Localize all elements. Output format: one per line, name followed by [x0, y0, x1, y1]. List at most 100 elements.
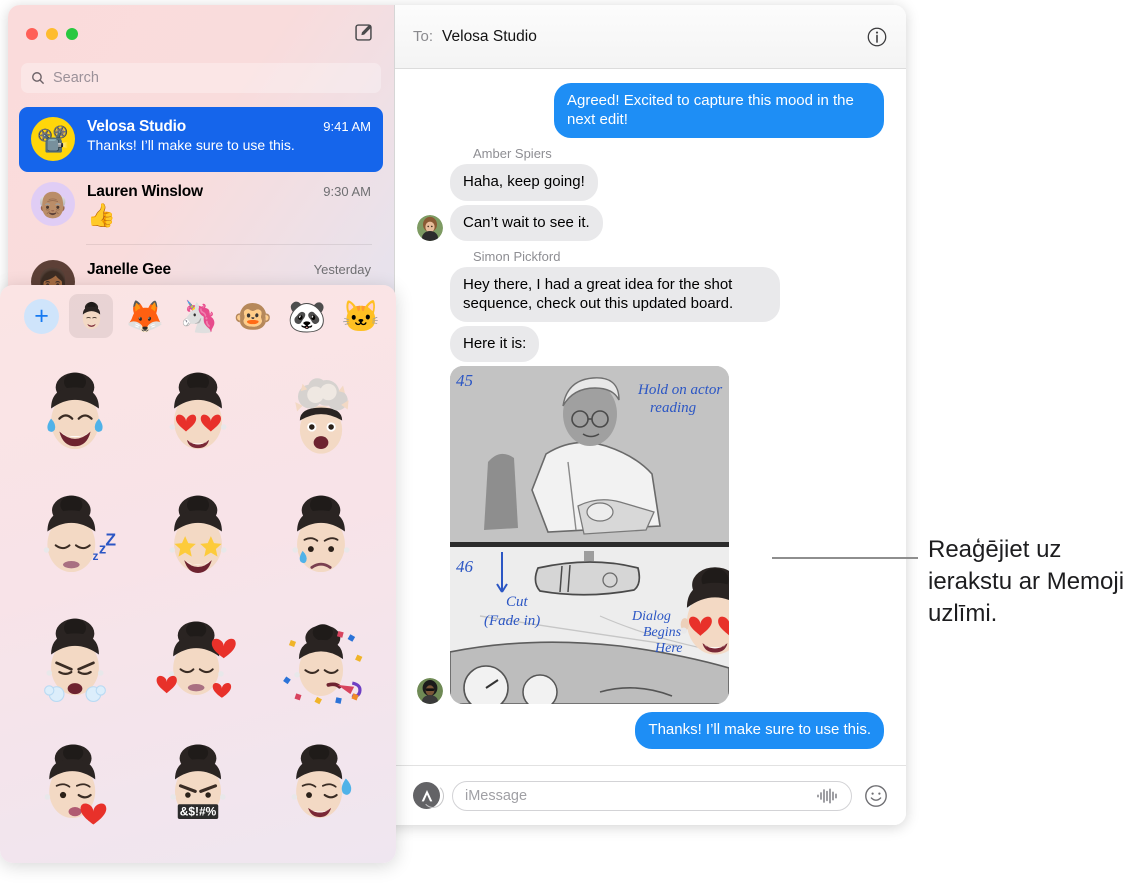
audio-waveform-icon[interactable]: [815, 787, 839, 805]
character-tab-panda[interactable]: 🐼: [285, 294, 329, 338]
monkey-icon: 🐵: [233, 298, 273, 334]
sender-name: Simon Pickford: [473, 248, 561, 264]
conversation-timestamp: 9:30 AM: [323, 184, 371, 199]
character-tab-fox[interactable]: 🦊: [123, 294, 167, 338]
conversation-row-lauren-winslow[interactable]: 👴🏽 Lauren Winslow 👍 9:30 AM: [19, 172, 383, 239]
memoji-sticker-picker[interactable]: + 🦊 🦄 🐵 🐼 🐱 z z Z &$!#%: [0, 285, 396, 863]
svg-text:46: 46: [456, 557, 474, 576]
svg-text:Hold on actor: Hold on actor: [637, 382, 722, 398]
search-icon: [32, 72, 45, 85]
conversation-timestamp: Yesterday: [313, 262, 371, 278]
character-tab-cat[interactable]: 🐱: [339, 294, 383, 338]
conversation-text: Lauren Winslow 👍: [87, 182, 311, 228]
storyboard-attachment[interactable]: 45 46 Hold on actor reading Cut (Fade in…: [450, 366, 729, 705]
conversation-name: Janelle Gee: [87, 261, 171, 279]
svg-text:z: z: [93, 549, 99, 563]
memoji-partial-row-c[interactable]: [259, 845, 382, 863]
avatar-emoji: 👴🏽: [36, 188, 70, 219]
sidebar-titlebar: [8, 5, 394, 63]
memoji-cursing-sticker[interactable]: &$!#%: [137, 722, 260, 845]
memoji-mind-blown-sticker[interactable]: [259, 353, 382, 476]
memoji-laughing-tears-sticker[interactable]: [14, 353, 137, 476]
memoji-heart-eyes-sticker[interactable]: [663, 562, 729, 666]
message-composer: iMessage: [395, 765, 906, 825]
memoji-star-struck-sticker[interactable]: [137, 476, 260, 599]
imessage-placeholder: iMessage: [465, 787, 528, 804]
conversation-preview: Thanks! I’ll make sure to use this.: [87, 137, 295, 153]
conversation-row-velosa-studio[interactable]: 📽️ Velosa Studio Thanks! I’ll make sure …: [19, 107, 383, 172]
search-placeholder: Search: [53, 70, 99, 86]
memoji-sleeping-sticker[interactable]: z z Z: [14, 476, 137, 599]
screenshot-root: Search 📽️ Velosa Studio Thanks! I’ll mak…: [0, 0, 1144, 883]
character-tab-monkey[interactable]: 🐵: [231, 294, 275, 338]
svg-text:Z: Z: [106, 529, 117, 549]
character-tab-memoji-bun-woman[interactable]: [69, 294, 113, 338]
conversation-text: Velosa Studio Thanks! I’ll make sure to …: [87, 117, 311, 155]
cursing-label: &$!#%: [180, 804, 217, 818]
message-row-incoming: Hey there, I had a great idea for the sh…: [417, 266, 884, 323]
conversation-timestamp: 9:41 AM: [323, 119, 371, 134]
info-icon[interactable]: [866, 26, 888, 48]
svg-text:(Fade in): (Fade in): [484, 613, 540, 629]
conversation-pane: To: Velosa Studio Agreed! Excited to cap…: [394, 5, 906, 825]
sender-name: Amber Spiers: [473, 146, 552, 162]
character-tab-unicorn[interactable]: 🦄: [177, 294, 221, 338]
svg-text:45: 45: [456, 371, 473, 390]
message-bubble[interactable]: Here it is:: [450, 326, 540, 363]
callout-leader-line: [772, 557, 918, 559]
conversation-preview: 👍: [87, 202, 116, 228]
imessage-input[interactable]: iMessage: [452, 780, 852, 811]
close-window-button[interactable]: [26, 28, 38, 40]
avatar[interactable]: [417, 678, 443, 705]
app-store-icon[interactable]: [413, 782, 444, 809]
emoji-smiley-icon[interactable]: [864, 784, 888, 808]
unicorn-icon: 🦄: [179, 298, 219, 334]
sticker-grid: z z Z &$!#%: [0, 347, 396, 863]
avatar-emoji: 📽️: [36, 123, 70, 154]
memoji-blowing-kiss-sticker[interactable]: [14, 722, 137, 845]
add-memoji-button[interactable]: +: [24, 298, 59, 334]
memoji-steaming-angry-sticker[interactable]: [14, 599, 137, 722]
fox-icon: 🦊: [125, 298, 165, 334]
message-group-simon-pickford: Simon Pickford Hey there, I had a great …: [417, 249, 884, 705]
compose-icon[interactable]: [350, 19, 376, 45]
memoji-hearts-around-sticker[interactable]: [137, 599, 260, 722]
recipient-name[interactable]: Velosa Studio: [442, 28, 537, 46]
search-input[interactable]: Search: [21, 63, 381, 93]
zoom-window-button[interactable]: [66, 28, 78, 40]
message-bubble[interactable]: Thanks! I’ll make sure to use this.: [635, 712, 884, 749]
svg-text:Cut: Cut: [506, 594, 529, 610]
avatar: 📽️: [31, 117, 75, 161]
panda-icon: 🐼: [287, 298, 327, 334]
avatar: 👴🏽: [31, 182, 75, 226]
plus-icon: +: [34, 301, 49, 330]
message-row-incoming: Here it is:: [417, 326, 884, 363]
memoji-partial-row-a[interactable]: [14, 845, 137, 863]
memoji-party-horn-sticker[interactable]: [259, 599, 382, 722]
message-row-outgoing: Agreed! Excited to capture this mood in …: [417, 83, 884, 139]
message-row-incoming: Can’t wait to see it.: [417, 204, 884, 241]
minimize-window-button[interactable]: [46, 28, 58, 40]
to-label: To:: [413, 28, 434, 45]
list-divider: [86, 244, 372, 246]
cat-icon: 🐱: [341, 298, 381, 334]
conversation-name: Velosa Studio: [87, 118, 187, 135]
svg-text:reading: reading: [650, 400, 697, 416]
message-bubble[interactable]: Can’t wait to see it.: [450, 204, 603, 241]
memoji-sad-tear-sticker[interactable]: [259, 476, 382, 599]
conversation-text: Janelle Gee: [87, 260, 302, 279]
memoji-partial-row-b[interactable]: [137, 845, 260, 863]
message-bubble[interactable]: Hey there, I had a great idea for the sh…: [450, 266, 780, 323]
memoji-sweat-smile-sticker[interactable]: [259, 722, 382, 845]
avatar[interactable]: [417, 214, 443, 241]
traffic-lights: [26, 28, 78, 40]
message-row-attachment: 45 46 Hold on actor reading Cut (Fade in…: [417, 366, 884, 705]
message-bubble[interactable]: Agreed! Excited to capture this mood in …: [554, 83, 884, 139]
message-row-incoming: Haha, keep going!: [417, 164, 884, 201]
message-group-amber-spiers: Amber Spiers Haha, keep going! Can’t wai…: [417, 146, 884, 241]
message-bubble[interactable]: Haha, keep going!: [450, 164, 598, 201]
callout-text: Reaģējiet uz ierakstu ar Memoji uzlīmi.: [928, 536, 1125, 628]
character-tab-strip: + 🦊 🦄 🐵 🐼 🐱: [0, 285, 396, 347]
message-thread[interactable]: Agreed! Excited to capture this mood in …: [395, 69, 906, 765]
memoji-heart-eyes-sticker[interactable]: [137, 353, 260, 476]
